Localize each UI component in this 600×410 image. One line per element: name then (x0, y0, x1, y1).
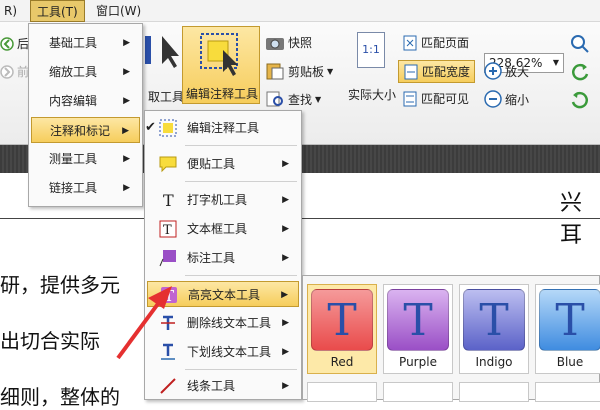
red-arrow-icon (116, 286, 172, 360)
